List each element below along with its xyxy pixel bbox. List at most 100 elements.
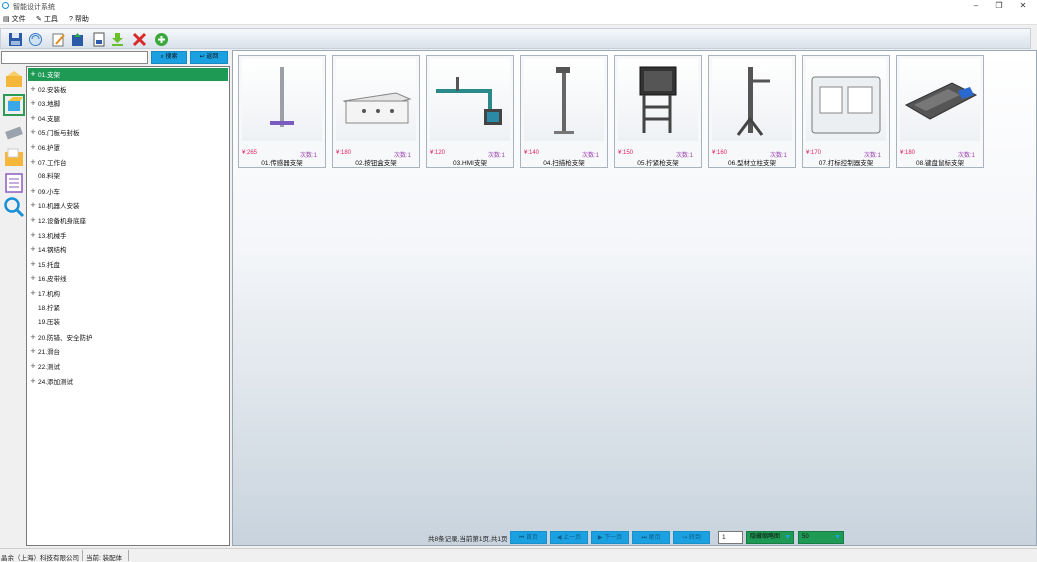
first-page-label: 首页	[526, 535, 539, 541]
tree-node[interactable]: +06.护罩	[28, 141, 228, 154]
sync-icon[interactable]	[28, 32, 43, 47]
expand-plus-icon[interactable]: +	[28, 331, 38, 344]
product-thumbnail[interactable]	[806, 59, 886, 141]
tree-node[interactable]: +17.机构	[28, 287, 228, 300]
tree-node[interactable]: 08.料架	[28, 170, 228, 183]
tree-node[interactable]: +16.皮带线	[28, 272, 228, 285]
category-tree[interactable]: +01.支架 +02.安装板 +03.地脚 +04.支腿 +05.门板与封板 +06.护罩…	[26, 66, 230, 546]
tree-node[interactable]: +07.工作台	[28, 156, 228, 169]
search-input[interactable]	[1, 51, 148, 64]
delete-icon[interactable]	[132, 32, 147, 47]
expand-plus-icon[interactable]: +	[28, 345, 38, 358]
expand-plus-icon[interactable]: +	[28, 258, 38, 271]
tree-node[interactable]: +15.托盘	[28, 258, 228, 271]
view-mode-select[interactable]: 隐藏缩略图 ▼	[746, 531, 794, 544]
product-card[interactable]: ¥:180 次数:1 02.按钮盒支架	[332, 55, 420, 168]
upload-icon[interactable]	[70, 32, 85, 47]
tree-node[interactable]: +05.门板与封板	[28, 126, 228, 139]
page-size-select[interactable]: 50 ▼	[798, 531, 844, 544]
price-label: ¥:140	[524, 150, 540, 156]
product-card[interactable]: ¥:170 次数:1 07.打标控制器支架	[802, 55, 890, 168]
expand-plus-icon[interactable]: +	[28, 272, 38, 285]
tree-node[interactable]: +12.设备机身底座	[28, 214, 228, 227]
tree-node[interactable]: 18.拧紧	[28, 302, 228, 315]
product-card[interactable]: ¥:265 次数:1 01.传感器支架	[238, 55, 326, 168]
product-card[interactable]: ¥:120 次数:1 03.HMI支架	[426, 55, 514, 168]
expand-plus-icon[interactable]: +	[28, 68, 38, 81]
goto-button[interactable]: ↪ 转到	[673, 531, 710, 544]
tree-node[interactable]: +14.钢结构	[28, 243, 228, 256]
expand-plus-icon[interactable]: +	[28, 360, 38, 373]
product-thumbnail[interactable]	[430, 59, 510, 141]
expand-plus-icon[interactable]: +	[28, 199, 38, 212]
product-card[interactable]: ¥:140 次数:1 04.扫描枪支架	[520, 55, 608, 168]
chevron-down-icon: ▼	[834, 534, 841, 541]
search-button[interactable]: ⌕ 搜索	[151, 51, 187, 64]
tree-node[interactable]: +21.滑台	[28, 345, 228, 358]
expand-plus-icon[interactable]: +	[28, 141, 38, 154]
expand-plus-icon[interactable]: +	[28, 185, 38, 198]
minimize-button[interactable]: –	[970, 1, 982, 10]
product-thumbnail[interactable]	[618, 59, 698, 141]
next-page-button[interactable]: ▶ 下一页	[591, 531, 629, 544]
tree-node[interactable]: 19.压装	[28, 316, 228, 329]
menu-tools[interactable]: ✎ 工具	[36, 14, 58, 24]
prev-page-button[interactable]: ◀ 上一页	[550, 531, 588, 544]
profile-icon[interactable]	[3, 121, 25, 143]
expand-plus-icon[interactable]: +	[28, 156, 38, 169]
menu-help[interactable]: ? 帮助	[69, 14, 89, 24]
download-icon[interactable]	[110, 32, 125, 47]
expand-plus-icon[interactable]: +	[28, 126, 38, 139]
expand-plus-icon[interactable]: +	[28, 97, 38, 110]
tree-node[interactable]: +09.小车	[28, 185, 228, 198]
first-page-button[interactable]: ⏮ 首页	[510, 531, 547, 544]
close-button[interactable]: ✕	[1017, 1, 1029, 10]
expand-plus-icon[interactable]: +	[28, 229, 38, 242]
product-thumbnail[interactable]	[242, 59, 322, 141]
magnifier-icon[interactable]	[3, 196, 25, 218]
expand-plus-icon[interactable]: +	[28, 83, 38, 96]
product-card[interactable]: ¥:160 次数:1 06.型材立柱支架	[708, 55, 796, 168]
menu-file[interactable]: ▤ 文件	[3, 14, 26, 24]
price-label: ¥:265	[242, 150, 258, 156]
expand-plus-icon[interactable]: +	[28, 287, 38, 300]
tree-node[interactable]: +24.添加测试	[28, 375, 228, 388]
product-card[interactable]: ¥:180 次数:1 08.键盘鼠标支架	[896, 55, 984, 168]
tree-node-label: 01.支架	[38, 72, 61, 79]
expand-plus-icon[interactable]: +	[28, 375, 38, 388]
price-label: ¥:120	[430, 150, 446, 156]
last-page-button[interactable]: ⏭ 尾页	[632, 531, 670, 544]
restore-button[interactable]: ❐	[993, 1, 1005, 10]
product-thumbnail[interactable]	[336, 59, 416, 141]
tree-node[interactable]: +03.地脚	[28, 97, 228, 110]
assembly-icon[interactable]	[3, 94, 25, 116]
expand-plus-icon[interactable]: +	[28, 243, 38, 256]
back-button[interactable]: ↩ 返回	[190, 51, 228, 64]
save-icon[interactable]	[8, 32, 23, 47]
page-number-input[interactable]: 1	[718, 531, 743, 544]
product-thumbnail[interactable]	[712, 59, 792, 141]
folder-open-icon[interactable]	[3, 146, 25, 168]
product-card[interactable]: ¥:150 次数:1 05.拧紧枪支架	[614, 55, 702, 168]
list-icon[interactable]	[3, 172, 25, 194]
product-thumbnail[interactable]	[524, 59, 604, 141]
tree-node-label: 07.工作台	[38, 159, 67, 167]
add-icon[interactable]	[154, 32, 169, 47]
tree-node[interactable]: +20.防错、安全防护	[28, 331, 228, 344]
expand-plus-icon[interactable]: +	[28, 112, 38, 125]
tree-node[interactable]: +13.机械手	[28, 229, 228, 242]
expand-plus-icon[interactable]: +	[28, 214, 38, 227]
product-name: 07.打标控制器支架	[818, 160, 874, 167]
title-bar: 智能设计系统 – ❐ ✕	[0, 0, 1037, 12]
product-thumbnail[interactable]	[900, 59, 980, 141]
tree-node[interactable]: +22.测试	[28, 360, 228, 373]
tree-node[interactable]: +02.安装板	[28, 83, 228, 96]
edit-icon[interactable]	[51, 32, 66, 47]
document-icon[interactable]	[91, 32, 106, 47]
wrench-icon: ✎	[36, 16, 42, 23]
tree-node[interactable]: +04.支腿	[28, 112, 228, 125]
tree-node[interactable]: +10.机器人安装	[28, 199, 228, 212]
tree-node[interactable]: +01.支架	[28, 68, 228, 81]
product-name: 05.拧紧枪支架	[637, 160, 679, 167]
folder-parts-icon[interactable]	[3, 68, 25, 90]
